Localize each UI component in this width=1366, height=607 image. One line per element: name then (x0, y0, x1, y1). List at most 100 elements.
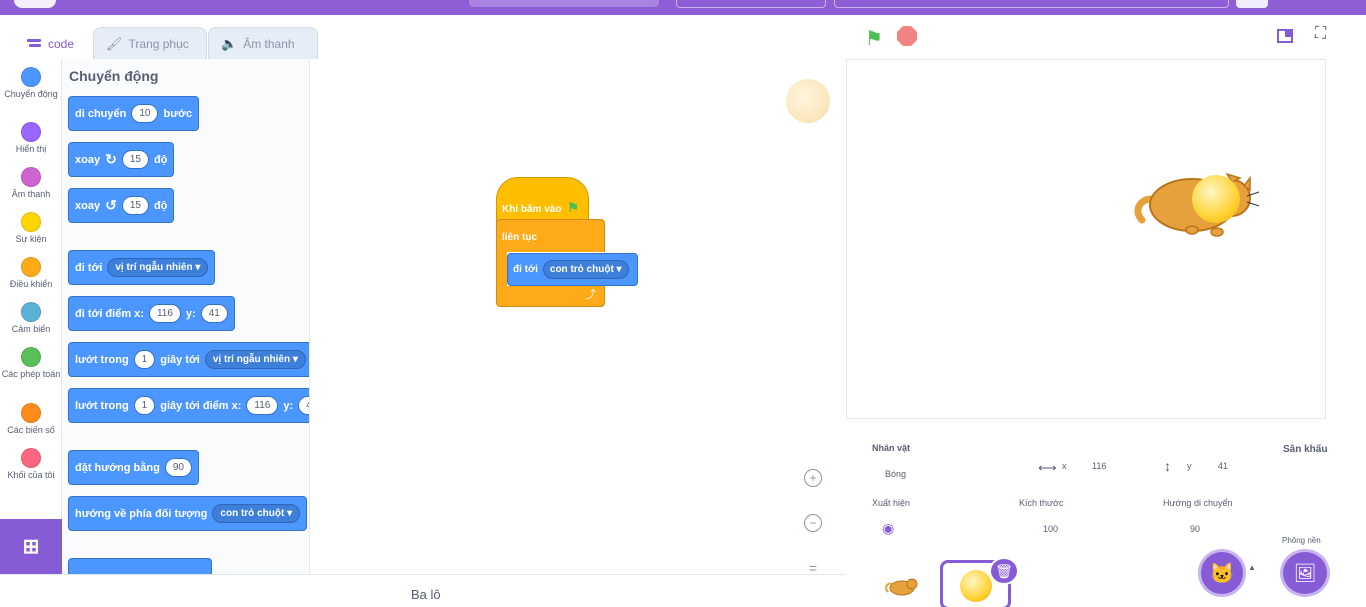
category-label: Các biến số (7, 425, 55, 435)
seconds-input[interactable]: 1 (133, 350, 156, 369)
y-field[interactable]: 41 (1218, 461, 1228, 471)
seconds-input[interactable]: 1 (133, 396, 156, 415)
tab-code[interactable]: code (14, 27, 92, 61)
category-looks[interactable]: Hiển thị (0, 122, 62, 154)
account-avatar[interactable] (1236, 0, 1268, 8)
dropdown-value: con trỏ chuột (549, 264, 614, 275)
palette-title: Chuyển động (69, 68, 159, 84)
category-sensing[interactable]: Cảm biến (0, 302, 62, 334)
add-extension-button[interactable]: ⊞ (0, 519, 62, 574)
block-text: Khi bấm vào (502, 204, 562, 215)
category-motion[interactable]: Chuyển động (0, 67, 62, 99)
block-glide-xy[interactable]: lướt trong 1 giây tới điểm x: 116 y: 41 (68, 388, 309, 423)
y-input[interactable]: 41 (200, 304, 228, 323)
stage-canvas[interactable] (846, 59, 1326, 419)
sprite-name-field[interactable]: Bóng (885, 469, 906, 479)
small-stage-mode-button[interactable] (1277, 29, 1293, 43)
block-turn-left[interactable]: xoay ↺ 15 độ (68, 188, 175, 223)
size-field[interactable]: 100 (1043, 524, 1058, 534)
block-text: giây tới điểm x: (160, 399, 242, 412)
block-text: y: (185, 307, 196, 320)
ball-thumb-icon (960, 570, 992, 602)
menu-edit[interactable] (676, 0, 826, 8)
zoom-out-button[interactable]: − (804, 514, 822, 532)
green-flag-button[interactable]: ⚑ (865, 26, 883, 51)
target-dropdown[interactable]: con trỏ chuột ▾ (542, 260, 629, 279)
target-dropdown[interactable]: con trỏ chuột ▾ (212, 504, 301, 523)
category-label: Sự kiện (15, 234, 47, 244)
goto-mouse-block[interactable]: đi tới con trỏ chuột ▾ (507, 253, 638, 286)
zoom-in-icon: + (809, 471, 817, 485)
steps-input[interactable]: 10 (131, 104, 159, 123)
tab-costumes[interactable]: 🖌 Trang phục (93, 27, 207, 59)
project-title-input[interactable] (834, 0, 1229, 8)
block-change-x[interactable] (68, 558, 212, 574)
zoom-out-icon: − (809, 516, 817, 530)
dropdown-value: vị trí ngẫu nhiên (115, 262, 193, 273)
block-point-direction[interactable]: đặt hướng bằng 90 (68, 450, 199, 485)
scratch-logo[interactable] (14, 0, 56, 8)
x-input[interactable]: 116 (148, 304, 181, 323)
direction-field[interactable]: 90 (1190, 524, 1200, 534)
extension-icon: ⊞ (22, 536, 40, 558)
x-label: x (1062, 461, 1067, 471)
fullscreen-button[interactable]: ⛶ (1315, 25, 1326, 43)
sensing-dot-icon (21, 302, 41, 322)
cat-add-icon: 🐱 (1209, 562, 1235, 585)
block-goto-random[interactable]: đi tới vị trí ngẫu nhiên ▾ (68, 250, 216, 285)
block-glide-random[interactable]: lướt trong 1 giây tới vị trí ngẫu nhiên … (68, 342, 309, 377)
x-input[interactable]: 116 (246, 396, 279, 415)
degrees-input[interactable]: 15 (121, 150, 149, 169)
y-input[interactable]: 41 (298, 396, 309, 415)
block-move-steps[interactable]: di chuyển 10 bước (68, 96, 200, 131)
target-dropdown[interactable]: vị trí ngẫu nhiên ▾ (107, 258, 209, 277)
variables-dot-icon (21, 403, 41, 423)
tab-code-label: code (48, 37, 75, 51)
sprite-thumb-cat[interactable] (884, 574, 920, 598)
delete-sprite-button[interactable]: 🗑 (989, 557, 1019, 585)
my-blocks-dot-icon (21, 448, 41, 468)
category-events[interactable]: Sự kiện (0, 212, 62, 244)
block-turn-right[interactable]: xoay ↻ 15 độ (68, 142, 175, 177)
block-text: đi tới (513, 264, 538, 275)
category-my-blocks[interactable]: Khối của tôi (0, 448, 62, 480)
block-goto-xy[interactable]: đi tới điểm x: 116 y: 41 (68, 296, 235, 331)
sound-dot-icon (21, 167, 41, 187)
stop-button[interactable] (897, 26, 917, 46)
category-label: Âm thanh (11, 189, 51, 199)
eye-icon[interactable]: ◉ (882, 520, 894, 537)
backpack[interactable]: Ba lô (0, 574, 845, 607)
add-backdrop-button[interactable]: 🖼 (1280, 549, 1330, 597)
script-area[interactable]: Khi bấm vào ⚑ liên tục ⤴ đi tới con trỏ … (311, 59, 845, 576)
editor-tabs: code 🖌 Trang phục 🔈 Âm thanh (0, 15, 845, 61)
category-label: Cảm biến (11, 324, 51, 334)
y-label: y (1187, 461, 1192, 471)
category-operators[interactable]: Các phép toán (0, 347, 62, 379)
ball-sprite (1192, 175, 1240, 223)
show-label: Xuất hiện (872, 498, 911, 508)
block-text: đi tới (75, 261, 103, 274)
category-menu: Chuyển động Hiển thị Âm thanh Sự kiện Đi… (0, 59, 62, 519)
tab-costumes-label: Trang phục (128, 36, 189, 51)
tab-sounds[interactable]: 🔈 Âm thanh (208, 27, 318, 59)
category-control[interactable]: Điều khiển (0, 257, 62, 289)
speaker-icon: 🔈 (221, 35, 238, 51)
direction-input[interactable]: 90 (164, 458, 192, 477)
add-sprite-button[interactable]: 🐱 (1198, 549, 1246, 597)
x-field[interactable]: 116 (1092, 461, 1106, 471)
block-text: đi tới điểm x: (75, 307, 144, 320)
stage-panel-label[interactable]: Sân khấu (1283, 444, 1327, 455)
category-sound[interactable]: Âm thanh (0, 167, 62, 199)
menu-bar (0, 0, 1366, 15)
block-point-towards[interactable]: hướng về phía đối tượng con trỏ chuột ▾ (68, 496, 308, 531)
degrees-input[interactable]: 15 (121, 196, 149, 215)
horizontal-arrow-icon: ⟷ (1038, 460, 1057, 475)
menu-file[interactable] (469, 0, 659, 7)
block-text: di chuyển (75, 107, 127, 120)
category-variables[interactable]: Các biến số (0, 403, 62, 435)
block-text: đặt hướng bằng (75, 461, 160, 474)
vertical-arrow-icon: ↕ (1164, 458, 1171, 474)
target-dropdown[interactable]: vị trí ngẫu nhiên ▾ (204, 350, 306, 369)
zoom-in-button[interactable]: + (804, 469, 822, 487)
block-text: giây tới (160, 353, 200, 366)
